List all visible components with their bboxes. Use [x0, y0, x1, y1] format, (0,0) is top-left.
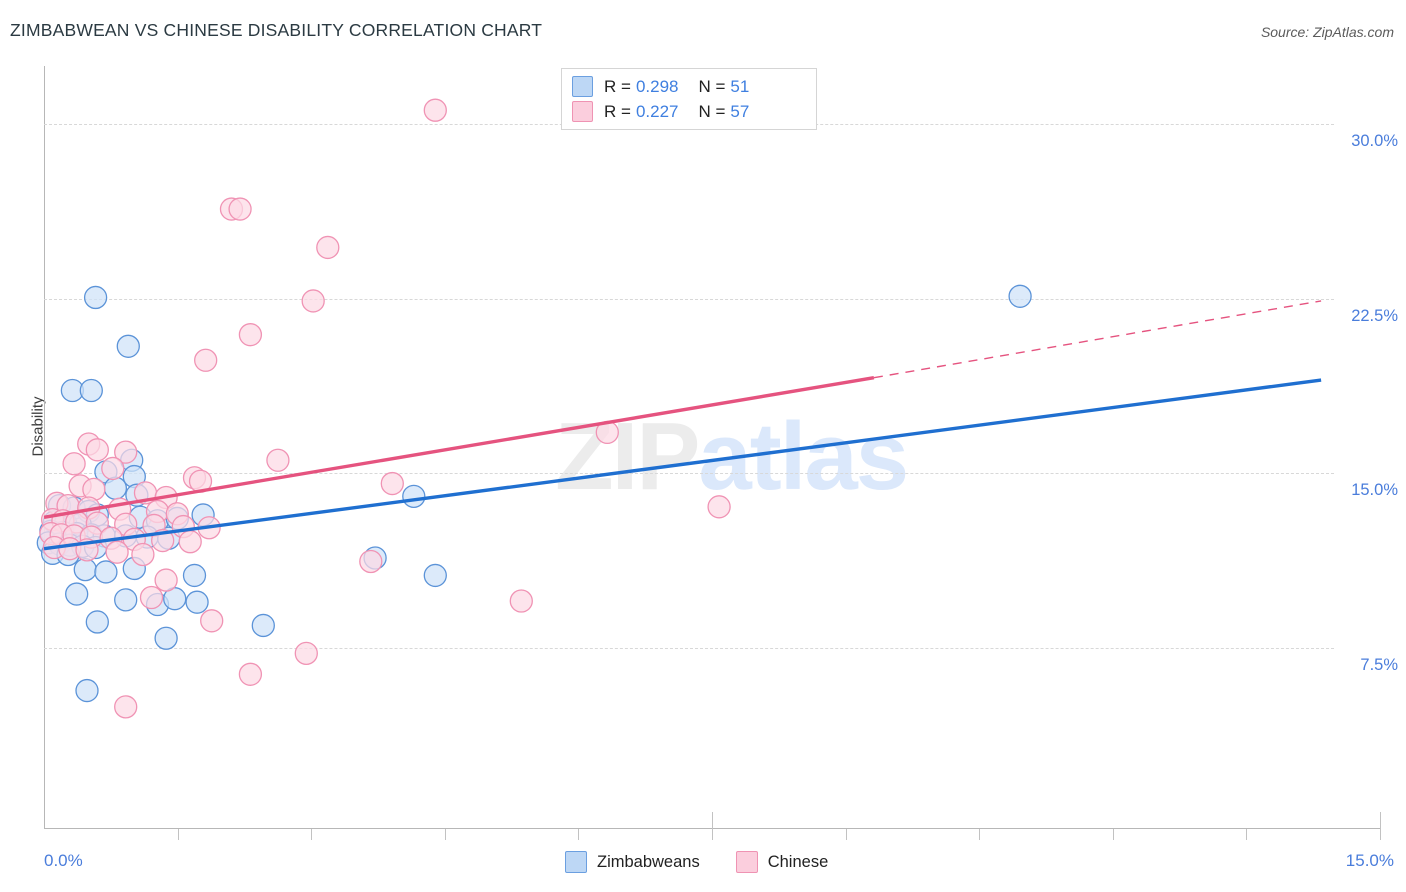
x-axis-tick: [712, 812, 713, 840]
y-tick-label: 7.5%: [1360, 655, 1398, 674]
footer-label-chinese: Chinese: [767, 852, 829, 871]
x-axis-tick: [578, 829, 580, 840]
correlation-stats-box: R = 0.298 N = 51 R = 0.227 N = 57: [561, 68, 817, 130]
footer-legend-item-zimbabweans[interactable]: Zimbabweans: [565, 851, 700, 873]
footer-label-zimbabweans: Zimbabweans: [597, 852, 700, 871]
y-tick-label: 30.0%: [1351, 132, 1398, 151]
x-axis-min-label: 0.0%: [44, 851, 83, 870]
legend-swatch-zimbabweans: [572, 76, 593, 97]
r-value-zimbabweans: 0.298: [635, 76, 679, 96]
trendline-chinese: [43, 376, 875, 519]
n-value-zimbabweans: 51: [730, 76, 750, 96]
x-axis-tick: [1380, 812, 1381, 840]
y-tick-label: 22.5%: [1351, 306, 1398, 325]
x-axis-tick: [1246, 829, 1248, 840]
x-axis-max-label: 15.0%: [1345, 851, 1394, 870]
page-title: ZIMBABWEAN VS CHINESE DISABILITY CORRELA…: [10, 20, 543, 40]
footer-legend-item-chinese[interactable]: Chinese: [735, 851, 829, 873]
r-value-chinese: 0.227: [635, 101, 679, 121]
x-axis-tick: [1112, 829, 1114, 840]
footer-swatch-zimbabweans: [565, 851, 587, 873]
plot-area: [36, 66, 1334, 822]
source-attribution: Source: ZipAtlas.com: [1260, 24, 1394, 40]
y-tick-label: 15.0%: [1351, 481, 1398, 500]
x-axis-tick: [444, 829, 446, 840]
x-axis-tick: [311, 829, 313, 840]
correlation-chart: ZIMBABWEAN VS CHINESE DISABILITY CORRELA…: [0, 0, 1406, 892]
r-label-chinese: R =: [604, 101, 631, 121]
trendline-zimbabweans: [43, 378, 1322, 551]
x-axis-tick: [845, 829, 847, 840]
stats-row-chinese: R = 0.227 N = 57: [572, 99, 806, 124]
x-axis-tick: [979, 829, 981, 840]
footer-legend: Zimbabweans Chinese: [565, 851, 864, 873]
stats-row-zimbabweans: R = 0.298 N = 51: [572, 74, 806, 99]
footer-swatch-chinese: [735, 851, 758, 873]
legend-swatch-chinese: [572, 101, 593, 122]
x-axis-tick: [177, 829, 179, 840]
trendline-layer: [43, 300, 1322, 551]
trendline-extrapolation-chinese: [873, 300, 1322, 379]
n-label-chinese: N =: [698, 101, 726, 121]
n-value-chinese: 57: [730, 101, 750, 121]
r-label-zimbabweans: R =: [604, 76, 631, 96]
n-label-zimbabweans: N =: [698, 76, 726, 96]
